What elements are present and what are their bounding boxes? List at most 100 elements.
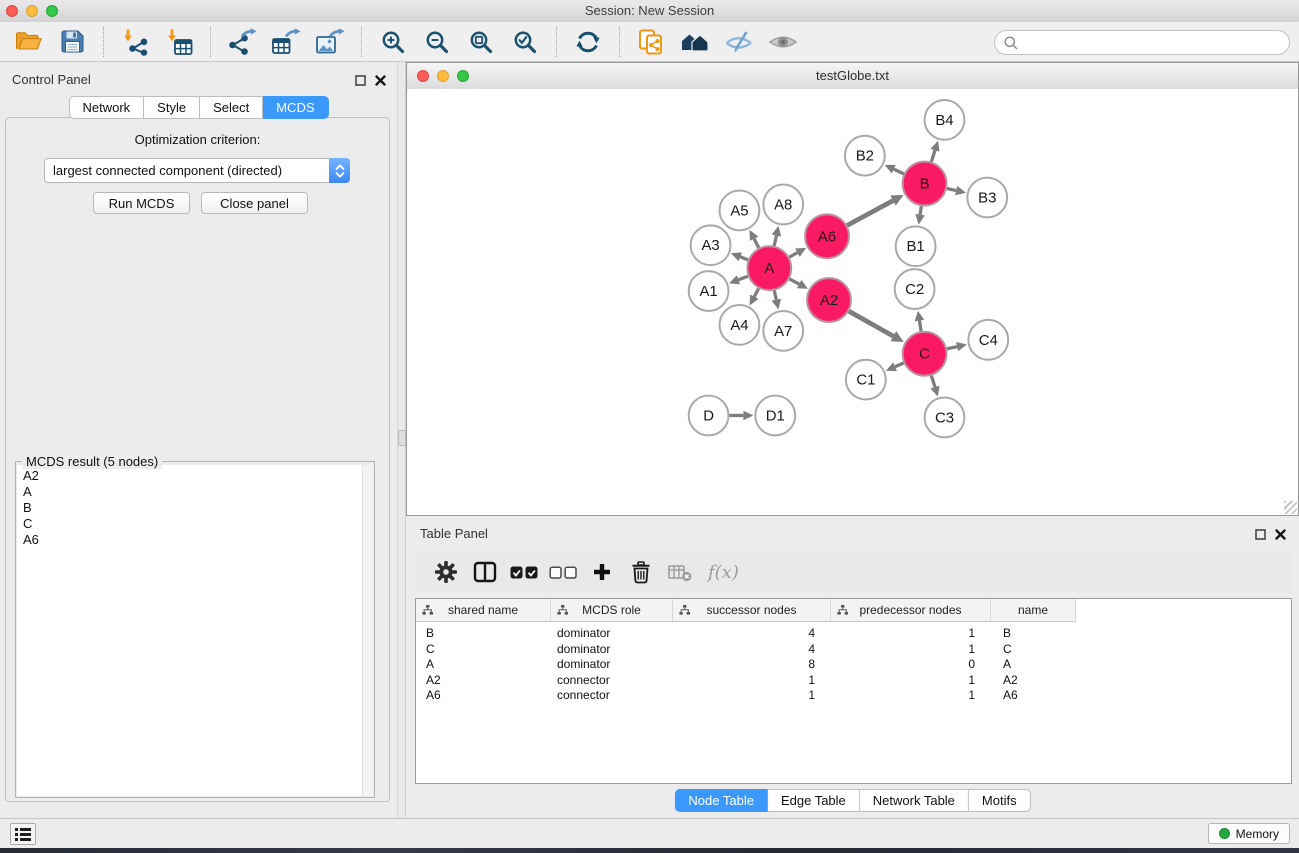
column-header-shared-name[interactable]: shared name (416, 599, 551, 621)
save-session-button[interactable] (54, 25, 90, 59)
memory-status-button[interactable]: Memory (1208, 823, 1290, 844)
toolbar-separator (103, 27, 104, 57)
zoom-selected-icon (512, 29, 538, 55)
mcds-result-item-a2[interactable]: A2 (23, 468, 363, 484)
table-row-B[interactable]: Bdominator41B (416, 626, 1291, 642)
table-panel-close-button[interactable] (1273, 527, 1287, 541)
apply-layout-button[interactable] (570, 25, 606, 59)
network-window-title: testGlobe.txt (407, 68, 1298, 83)
column-header-name[interactable]: name (991, 599, 1076, 621)
graph-edge-A6-B (847, 201, 893, 226)
clone-network-button[interactable] (633, 25, 669, 59)
table-options-button[interactable] (431, 557, 461, 587)
window-resize-grip[interactable] (1284, 501, 1297, 514)
column-header-predecessor-nodes[interactable]: predecessor nodes (831, 599, 991, 621)
column-header-successor-nodes[interactable]: successor nodes (673, 599, 831, 621)
table-tab-motifs[interactable]: Motifs (969, 789, 1031, 812)
mcds-result-item-b[interactable]: B (23, 500, 363, 516)
show-columns-button[interactable] (470, 557, 500, 587)
zoom-in-button[interactable] (375, 25, 411, 59)
cell: 8 (673, 657, 831, 673)
control-panel-tabs: NetworkStyleSelectMCDS (68, 96, 328, 119)
table-row-A2[interactable]: A2connector11A2 (416, 673, 1291, 689)
export-image-button[interactable] (312, 25, 348, 59)
graph-node-label-C4: C4 (979, 332, 998, 349)
delete-table-icon (668, 563, 692, 582)
show-hide-annotations-button[interactable] (721, 25, 757, 59)
search-input[interactable] (1023, 34, 1289, 51)
graph-edge-B-B3 (947, 189, 956, 191)
table-tab-node-table[interactable]: Node Table (674, 789, 768, 812)
graph-edge-A-A7 (774, 291, 776, 300)
memory-label: Memory (1236, 827, 1279, 841)
control-panel-close-button[interactable] (373, 73, 387, 87)
control-tab-mcds[interactable]: MCDS (263, 96, 328, 119)
deselect-all-button[interactable] (548, 557, 578, 587)
graph-edge-A-A6 (789, 253, 797, 257)
control-tab-style[interactable]: Style (144, 96, 200, 119)
run-mcds-button[interactable]: Run MCDS (93, 192, 190, 214)
network-graph: B4B2BB3B1A5A8A6A3AA1A2C2A4A7C4CC1C3DD1 (407, 89, 1298, 515)
open-session-button[interactable] (10, 25, 46, 59)
delete-rows-button[interactable] (626, 557, 656, 587)
home-views-button[interactable] (677, 25, 713, 59)
cell: 1 (673, 673, 831, 689)
eye-pen-icon (724, 29, 754, 55)
export-table-button[interactable] (268, 25, 304, 59)
zoom-selected-button[interactable] (507, 25, 543, 59)
show-hide-graphics-button[interactable] (765, 25, 801, 59)
delete-table-button[interactable] (665, 557, 695, 587)
search-field[interactable] (994, 30, 1290, 55)
network-window-titlebar[interactable]: testGlobe.txt (407, 63, 1298, 90)
cell: A6 (991, 688, 1076, 704)
graph-node-label-B4: B4 (935, 112, 953, 129)
zoom-fit-icon (468, 29, 494, 55)
mcds-result-item-c[interactable]: C (23, 516, 363, 532)
table-tab-network-table[interactable]: Network Table (860, 789, 969, 812)
cell: 1 (831, 673, 991, 689)
column-label: shared name (448, 603, 518, 617)
network-canvas[interactable]: B4B2BB3B1A5A8A6A3AA1A2C2A4A7C4CC1C3DD1 (407, 89, 1298, 515)
table-tab-edge-table[interactable]: Edge Table (768, 789, 860, 812)
cell: 1 (831, 688, 991, 704)
zoom-fit-button[interactable] (463, 25, 499, 59)
main-toolbar (0, 22, 1299, 62)
mcds-result-item-a6[interactable]: A6 (23, 532, 363, 548)
toolbar-separator (210, 27, 211, 57)
graph-edge-C-C4 (947, 347, 957, 349)
control-tab-select[interactable]: Select (200, 96, 263, 119)
export-network-button[interactable] (224, 25, 260, 59)
zoom-out-button[interactable] (419, 25, 455, 59)
cell: 1 (831, 642, 991, 658)
column-tree-icon (422, 605, 433, 615)
optimization-criterion-label: Optimization criterion: (6, 132, 389, 147)
mcds-result-item-a[interactable]: A (23, 484, 363, 500)
function-builder-button[interactable]: f(x) (704, 557, 739, 587)
panel-split-divider[interactable] (397, 62, 406, 818)
criterion-dropdown[interactable]: largest connected component (directed) (44, 158, 350, 183)
export-image-icon (315, 28, 345, 56)
cell: B (991, 626, 1076, 642)
table-row-C[interactable]: Cdominator41C (416, 642, 1291, 658)
close-icon (375, 75, 386, 86)
control-tab-network[interactable]: Network (68, 96, 144, 119)
import-table-button[interactable] (161, 25, 197, 59)
table-panel-float-button[interactable] (1253, 527, 1267, 541)
desktop-background-strip (0, 848, 1299, 853)
add-row-button[interactable] (587, 557, 617, 587)
divider-grabber[interactable] (398, 430, 406, 446)
select-all-button[interactable] (509, 557, 539, 587)
table-row-A[interactable]: Adominator80A (416, 657, 1291, 673)
table-row-A6[interactable]: A6connector11A6 (416, 688, 1291, 704)
control-panel-float-button[interactable] (353, 73, 367, 87)
task-history-button[interactable] (10, 823, 36, 845)
cell: A2 (416, 673, 551, 689)
graph-edge-B-B4 (931, 150, 935, 161)
column-header-MCDS-role[interactable]: MCDS role (551, 599, 673, 621)
close-panel-button[interactable]: Close panel (201, 192, 308, 214)
import-network-button[interactable] (117, 25, 153, 59)
graph-node-label-A6: A6 (818, 228, 836, 245)
result-scrollbar[interactable] (362, 465, 373, 796)
graph-edge-C-C1 (895, 363, 904, 367)
graph-node-label-A7: A7 (774, 323, 792, 340)
